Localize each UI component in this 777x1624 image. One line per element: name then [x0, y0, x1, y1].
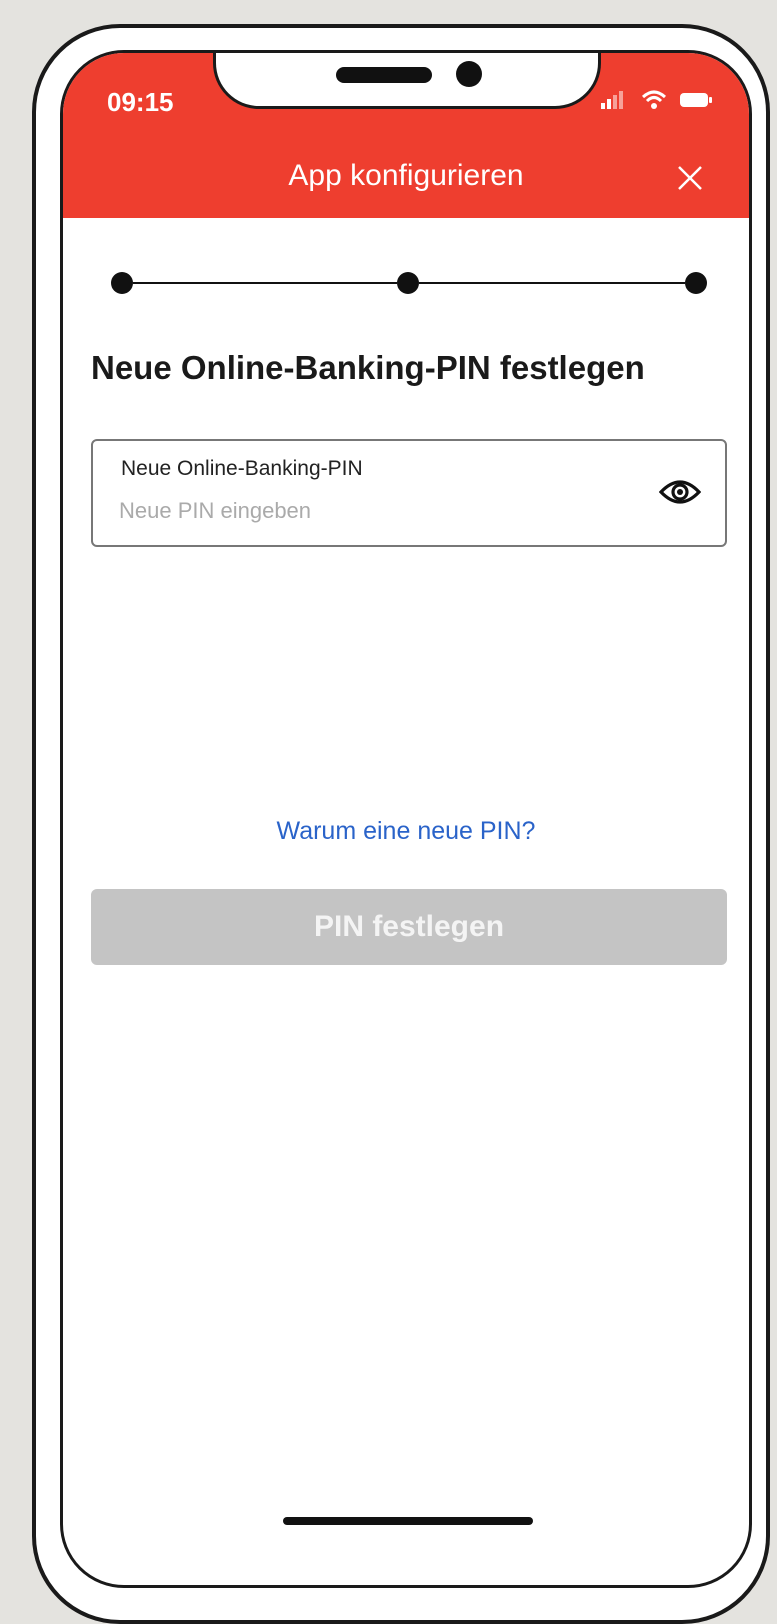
- status-time: 09:15: [107, 87, 174, 117]
- front-camera: [456, 61, 482, 87]
- pin-field-label: Neue Online-Banking-PIN: [121, 457, 363, 480]
- why-new-pin-link[interactable]: Warum eine neue PIN?: [63, 817, 749, 846]
- app-screen: 09:15 App konfigurieren Neue Online-Bank…: [60, 50, 752, 1588]
- set-pin-button[interactable]: PIN festlegen: [91, 889, 727, 965]
- wifi-icon: [641, 90, 667, 109]
- status-icons: [599, 89, 719, 113]
- page-title: App konfigurieren: [288, 159, 524, 192]
- stepper-dot-3: [685, 272, 707, 294]
- signal-icon: [601, 91, 623, 109]
- home-indicator[interactable]: [283, 1517, 533, 1525]
- eye-icon[interactable]: [659, 475, 701, 509]
- stepper-dot-1: [111, 272, 133, 294]
- speaker-grille: [336, 67, 432, 83]
- pin-input[interactable]: [119, 495, 639, 527]
- section-title: Neue Online-Banking-PIN festlegen: [91, 349, 645, 386]
- pin-field[interactable]: Neue Online-Banking-PIN: [91, 439, 727, 547]
- stepper-dot-2: [397, 272, 419, 294]
- progress-stepper: [111, 269, 707, 297]
- battery-icon: [680, 93, 712, 107]
- close-icon[interactable]: [675, 163, 705, 193]
- device-notch: [213, 53, 601, 109]
- stepper-line-2: [419, 282, 685, 284]
- stepper-line-1: [133, 282, 397, 284]
